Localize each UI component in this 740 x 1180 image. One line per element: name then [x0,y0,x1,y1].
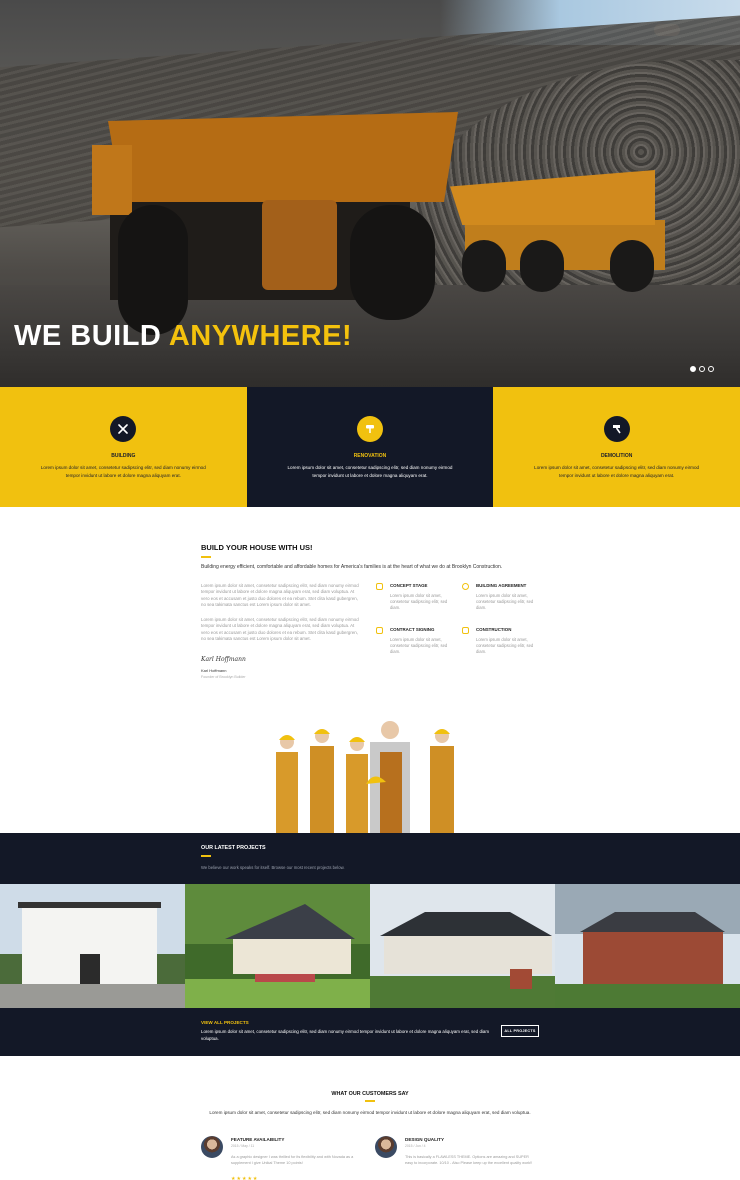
feature-text: Lorem ipsum dolor sit amet, consetetur s… [476,637,534,655]
services-row: BUILDING Lorem ipsum dolor sit amet, con… [0,387,740,507]
author-role: Founder of Brooklyn Builder [201,675,246,679]
hero-title: WE BUILD ANYWHERE! [14,320,352,353]
phone-icon [462,627,469,634]
projects-header-band [0,833,740,884]
tools-icon [110,416,137,442]
about-paragraph: Lorem ipsum dolor sit amet, consetetur s… [201,617,359,642]
calculator-icon [376,583,383,590]
feature-text: Lorem ipsum dolor sit amet, consetetur s… [390,637,448,655]
slider-dot-3[interactable] [708,366,714,372]
testimonial-title: FEATURE AVAILABILITY [231,1137,285,1142]
worker-figure [366,721,410,834]
projects-heading: OUR LATEST PROJECTS [201,845,266,851]
slider-dot-2[interactable] [699,366,705,372]
heading-underline [201,855,211,857]
paint-roller-icon [356,416,383,442]
project-image-brick-house[interactable] [555,884,740,1008]
project-image-cottage[interactable] [185,884,370,1008]
hero-title-main: WE BUILD [14,320,169,352]
all-projects-button[interactable]: ALL PROJECTS [501,1025,539,1037]
service-text: Lorem ipsum dolor sit amet, consetetur s… [287,465,453,478]
service-title: BUILDING [111,453,136,459]
project-image-white-villa[interactable] [0,884,185,1008]
dump-truck-small-wheel [610,240,654,292]
view-all-projects-link[interactable]: VIEW ALL PROJECTS [201,1020,249,1025]
slider-dot-1[interactable] [690,366,696,372]
heading-underline [201,556,211,558]
dump-truck-small-wheel [520,240,564,292]
testimonials-subheading: Lorem ipsum dolor sit amet, consetetur s… [209,1110,531,1115]
testimonial-title: DESIGN QUALITY [405,1137,445,1142]
service-text: Lorem ipsum dolor sit amet, consetetur s… [40,465,206,478]
project-image-grey-house[interactable] [370,884,555,1008]
projects-subheading: We believe our work speaks for itself. B… [201,865,345,870]
worker-figure [276,735,298,834]
construction-workers-image [276,721,454,834]
dump-truck-large-bed [108,112,458,202]
feature-text: Lorem ipsum dolor sit amet, consetetur s… [390,593,448,611]
feature-title: CONTRACT SIGNING [390,627,435,632]
projects-gallery [0,884,740,1008]
dump-truck-large-axle [262,200,337,290]
testimonial-text: As a graphic designer I was thrilled for… [231,1155,354,1165]
feature-text: Lorem ipsum dolor sit amet, consetetur s… [476,593,534,611]
dump-truck-small-wheel [462,240,506,292]
projects-description: Lorem ipsum dolor sit amet, consetetur s… [201,1029,489,1041]
dump-truck-large-wheel [118,205,188,335]
hammer-icon [603,416,630,442]
feature-title: CONSTRUCTION [476,627,512,632]
service-demolition[interactable]: DEMOLITION Lorem ipsum dolor sit amet, c… [493,387,740,507]
worker-figure [430,729,454,834]
service-title: DEMOLITION [600,453,633,459]
service-renovation[interactable]: RENOVATION Lorem ipsum dolor sit amet, c… [246,387,494,507]
dump-truck-large-cab [92,145,132,215]
hero-slider: WE BUILD ANYWHERE! [0,0,740,387]
service-building[interactable]: BUILDING Lorem ipsum dolor sit amet, con… [0,387,247,507]
avatar [375,1136,397,1158]
heading-underline [365,1100,375,1102]
worker-figure [310,729,334,834]
dump-truck-large-wheel [350,205,435,320]
hero-title-accent: ANYWHERE! [168,320,353,352]
feature-title: BUILDING AGREEMENT [476,583,527,588]
about-lead: Building energy efficient, comfortable a… [201,564,503,570]
worker-figure [346,737,368,834]
service-title: RENOVATION [353,453,387,459]
service-text: Lorem ipsum dolor sit amet, consetetur s… [534,465,700,478]
signature: Karl Hoffmann [201,656,246,663]
about-heading: BUILD YOUR HOUSE WITH US! [201,543,313,552]
feature-title: CONCEPT STAGE [390,583,428,588]
slider-pagination [690,366,714,372]
rating-stars: ★★★★★ [231,1176,259,1180]
clock-icon [462,583,469,590]
about-paragraph: Lorem ipsum dolor sit amet, consetetur s… [201,583,359,608]
testimonial-meta: 2015 / May / 11 [231,1144,255,1148]
testimonials-heading: WHAT OUR CUSTOMERS SAY [331,1091,409,1097]
pencil-icon [376,627,383,634]
avatar [201,1136,223,1158]
author-name: Karl Hoffmann [201,668,227,673]
testimonial-meta: 2015 / Jun / 4 [405,1144,426,1148]
testimonial-text: This is basically a FLAWLESS THEME. Opti… [405,1155,533,1165]
